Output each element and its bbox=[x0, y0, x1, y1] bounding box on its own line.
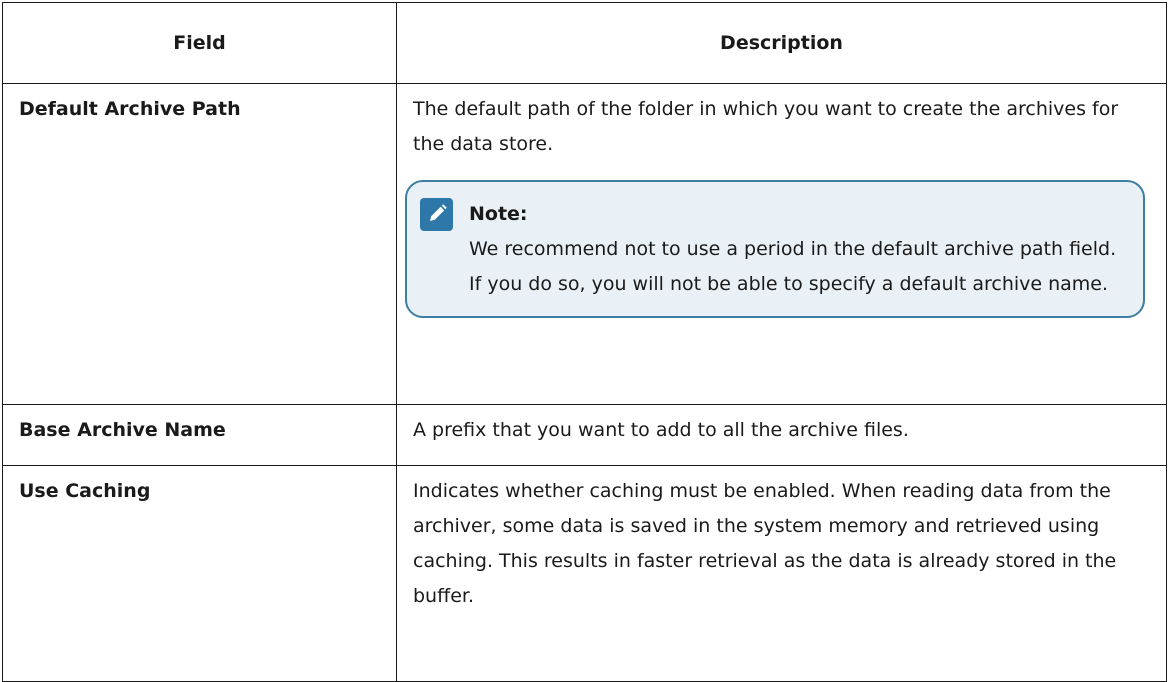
description-text: The default path of the folder in which … bbox=[413, 98, 1119, 155]
field-name-cell: Use Caching bbox=[2, 465, 397, 682]
note-title: Note: bbox=[469, 202, 528, 225]
field-description-table: Field Description Default Archive Path T… bbox=[2, 2, 1167, 682]
table-row: Default Archive Path The default path of… bbox=[2, 83, 1167, 405]
note-header: Note: bbox=[420, 194, 1129, 234]
description-cell: The default path of the folder in which … bbox=[396, 83, 1167, 405]
description-cell: A prefix that you want to add to all the… bbox=[396, 404, 1167, 466]
table-row: Base Archive Name A prefix that you want… bbox=[2, 404, 1167, 466]
note-box: Note: We recommend not to use a period i… bbox=[405, 180, 1145, 318]
note-text: We recommend not to use a period in the … bbox=[469, 238, 1117, 295]
pencil-icon bbox=[420, 197, 453, 231]
column-header-description: Description bbox=[396, 2, 1167, 84]
column-header-field: Field bbox=[2, 2, 397, 84]
table-row: Use Caching Indicates whether caching mu… bbox=[2, 465, 1167, 682]
field-name-cell: Base Archive Name bbox=[2, 404, 397, 466]
description-cell: Indicates whether caching must be enable… bbox=[396, 465, 1167, 682]
table-header-row: Field Description bbox=[2, 2, 1167, 84]
field-name-cell: Default Archive Path bbox=[2, 83, 397, 405]
